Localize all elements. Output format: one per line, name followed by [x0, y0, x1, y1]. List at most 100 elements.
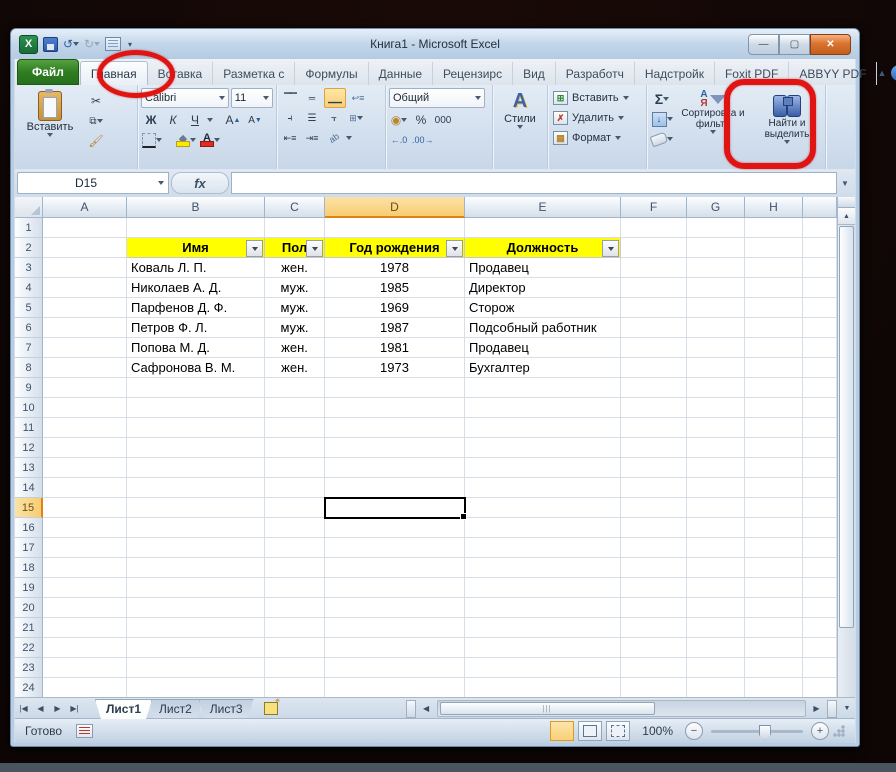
column-header-B[interactable]: B: [127, 197, 265, 218]
cell-B19[interactable]: [127, 578, 265, 598]
cell-F6[interactable]: [621, 318, 687, 338]
cell-A18[interactable]: [43, 558, 127, 578]
cell-C20[interactable]: [265, 598, 325, 618]
row-header-2[interactable]: 2: [15, 238, 43, 258]
cut-button[interactable]: ✂: [86, 92, 106, 110]
cell-H5[interactable]: [745, 298, 803, 318]
last-sheet-icon[interactable]: ▶|: [66, 700, 83, 717]
row-header-13[interactable]: 13: [15, 458, 43, 478]
comma-style-button[interactable]: 000: [433, 111, 453, 129]
italic-button[interactable]: К: [163, 111, 183, 129]
shrink-font-button[interactable]: А▼: [245, 111, 265, 129]
tab-foxit-pdf[interactable]: Foxit PDF: [715, 62, 789, 85]
cell-B17[interactable]: [127, 538, 265, 558]
scroll-up-icon[interactable]: ▲: [838, 208, 855, 225]
copy-button[interactable]: ⧉: [86, 112, 106, 130]
cell-G24[interactable]: [687, 678, 745, 697]
name-box[interactable]: D15: [17, 172, 169, 194]
cell-D1[interactable]: [325, 218, 465, 238]
row-header-16[interactable]: 16: [15, 518, 43, 538]
tab-рецензирс[interactable]: Рецензирс: [433, 62, 513, 85]
align-left-button[interactable]: ⫞: [280, 109, 300, 127]
cell-A21[interactable]: [43, 618, 127, 638]
cell-G15[interactable]: [687, 498, 745, 518]
cell-H11[interactable]: [745, 418, 803, 438]
cell-B21[interactable]: [127, 618, 265, 638]
restore-button[interactable]: ▢: [779, 34, 810, 55]
cell-B18[interactable]: [127, 558, 265, 578]
cell-A5[interactable]: [43, 298, 127, 318]
cell-D23[interactable]: [325, 658, 465, 678]
row-header-18[interactable]: 18: [15, 558, 43, 578]
cell-G22[interactable]: [687, 638, 745, 658]
cell-G1[interactable]: [687, 218, 745, 238]
cell-D6[interactable]: 1987: [325, 318, 465, 338]
cell-F8[interactable]: [621, 358, 687, 378]
align-right-button[interactable]: ⫟: [324, 109, 344, 127]
tab-вставка[interactable]: Вставка: [148, 62, 214, 85]
cell-I7[interactable]: [803, 338, 837, 358]
align-top-button[interactable]: ▔▔: [280, 89, 300, 107]
cell-F14[interactable]: [621, 478, 687, 498]
font-name-combo[interactable]: Calibri: [141, 88, 229, 108]
scroll-left-icon[interactable]: ◀: [418, 700, 435, 717]
cell-H23[interactable]: [745, 658, 803, 678]
grow-font-button[interactable]: А▲: [223, 111, 243, 129]
page-break-view-button[interactable]: [606, 721, 630, 741]
row-header-10[interactable]: 10: [15, 398, 43, 418]
borders-button[interactable]: [141, 131, 163, 149]
clear-button[interactable]: [650, 130, 674, 148]
cell-A24[interactable]: [43, 678, 127, 697]
horizontal-split-handle[interactable]: [827, 700, 837, 718]
prev-sheet-icon[interactable]: ◀: [32, 700, 49, 717]
cell-B8[interactable]: Сафронова В. М.: [127, 358, 265, 378]
cell-I13[interactable]: [803, 458, 837, 478]
cell-I2[interactable]: [803, 238, 837, 258]
cell-G16[interactable]: [687, 518, 745, 538]
cell-C22[interactable]: [265, 638, 325, 658]
cell-I1[interactable]: [803, 218, 837, 238]
cell-A19[interactable]: [43, 578, 127, 598]
cell-I24[interactable]: [803, 678, 837, 697]
cell-A16[interactable]: [43, 518, 127, 538]
cell-I3[interactable]: [803, 258, 837, 278]
zoom-in-button[interactable]: +: [811, 722, 829, 740]
cell-C17[interactable]: [265, 538, 325, 558]
cell-G10[interactable]: [687, 398, 745, 418]
row-header-6[interactable]: 6: [15, 318, 43, 338]
cell-F17[interactable]: [621, 538, 687, 558]
cell-F1[interactable]: [621, 218, 687, 238]
cell-H9[interactable]: [745, 378, 803, 398]
cell-A7[interactable]: [43, 338, 127, 358]
zoom-slider[interactable]: [711, 730, 803, 733]
align-bottom-button[interactable]: ▁▁: [324, 88, 346, 108]
cell-H15[interactable]: [745, 498, 803, 518]
cell-G8[interactable]: [687, 358, 745, 378]
cell-A22[interactable]: [43, 638, 127, 658]
cell-A3[interactable]: [43, 258, 127, 278]
cell-D7[interactable]: 1981: [325, 338, 465, 358]
cell-C23[interactable]: [265, 658, 325, 678]
cell-F4[interactable]: [621, 278, 687, 298]
row-header-5[interactable]: 5: [15, 298, 43, 318]
cell-D17[interactable]: [325, 538, 465, 558]
cell-C19[interactable]: [265, 578, 325, 598]
cell-B22[interactable]: [127, 638, 265, 658]
cell-H3[interactable]: [745, 258, 803, 278]
tab-вид[interactable]: Вид: [513, 62, 556, 85]
cell-F19[interactable]: [621, 578, 687, 598]
cell-C8[interactable]: жен.: [265, 358, 325, 378]
cell-A14[interactable]: [43, 478, 127, 498]
minimize-ribbon-icon[interactable]: ▲: [877, 68, 886, 78]
cell-B1[interactable]: [127, 218, 265, 238]
cell-C24[interactable]: [265, 678, 325, 697]
cell-B11[interactable]: [127, 418, 265, 438]
cell-A8[interactable]: [43, 358, 127, 378]
align-middle-button[interactable]: ═: [302, 89, 322, 107]
cell-I21[interactable]: [803, 618, 837, 638]
cell-C9[interactable]: [265, 378, 325, 398]
filter-dropdown-icon[interactable]: [246, 240, 263, 257]
cell-A4[interactable]: [43, 278, 127, 298]
cell-C5[interactable]: муж.: [265, 298, 325, 318]
cell-E9[interactable]: [465, 378, 621, 398]
